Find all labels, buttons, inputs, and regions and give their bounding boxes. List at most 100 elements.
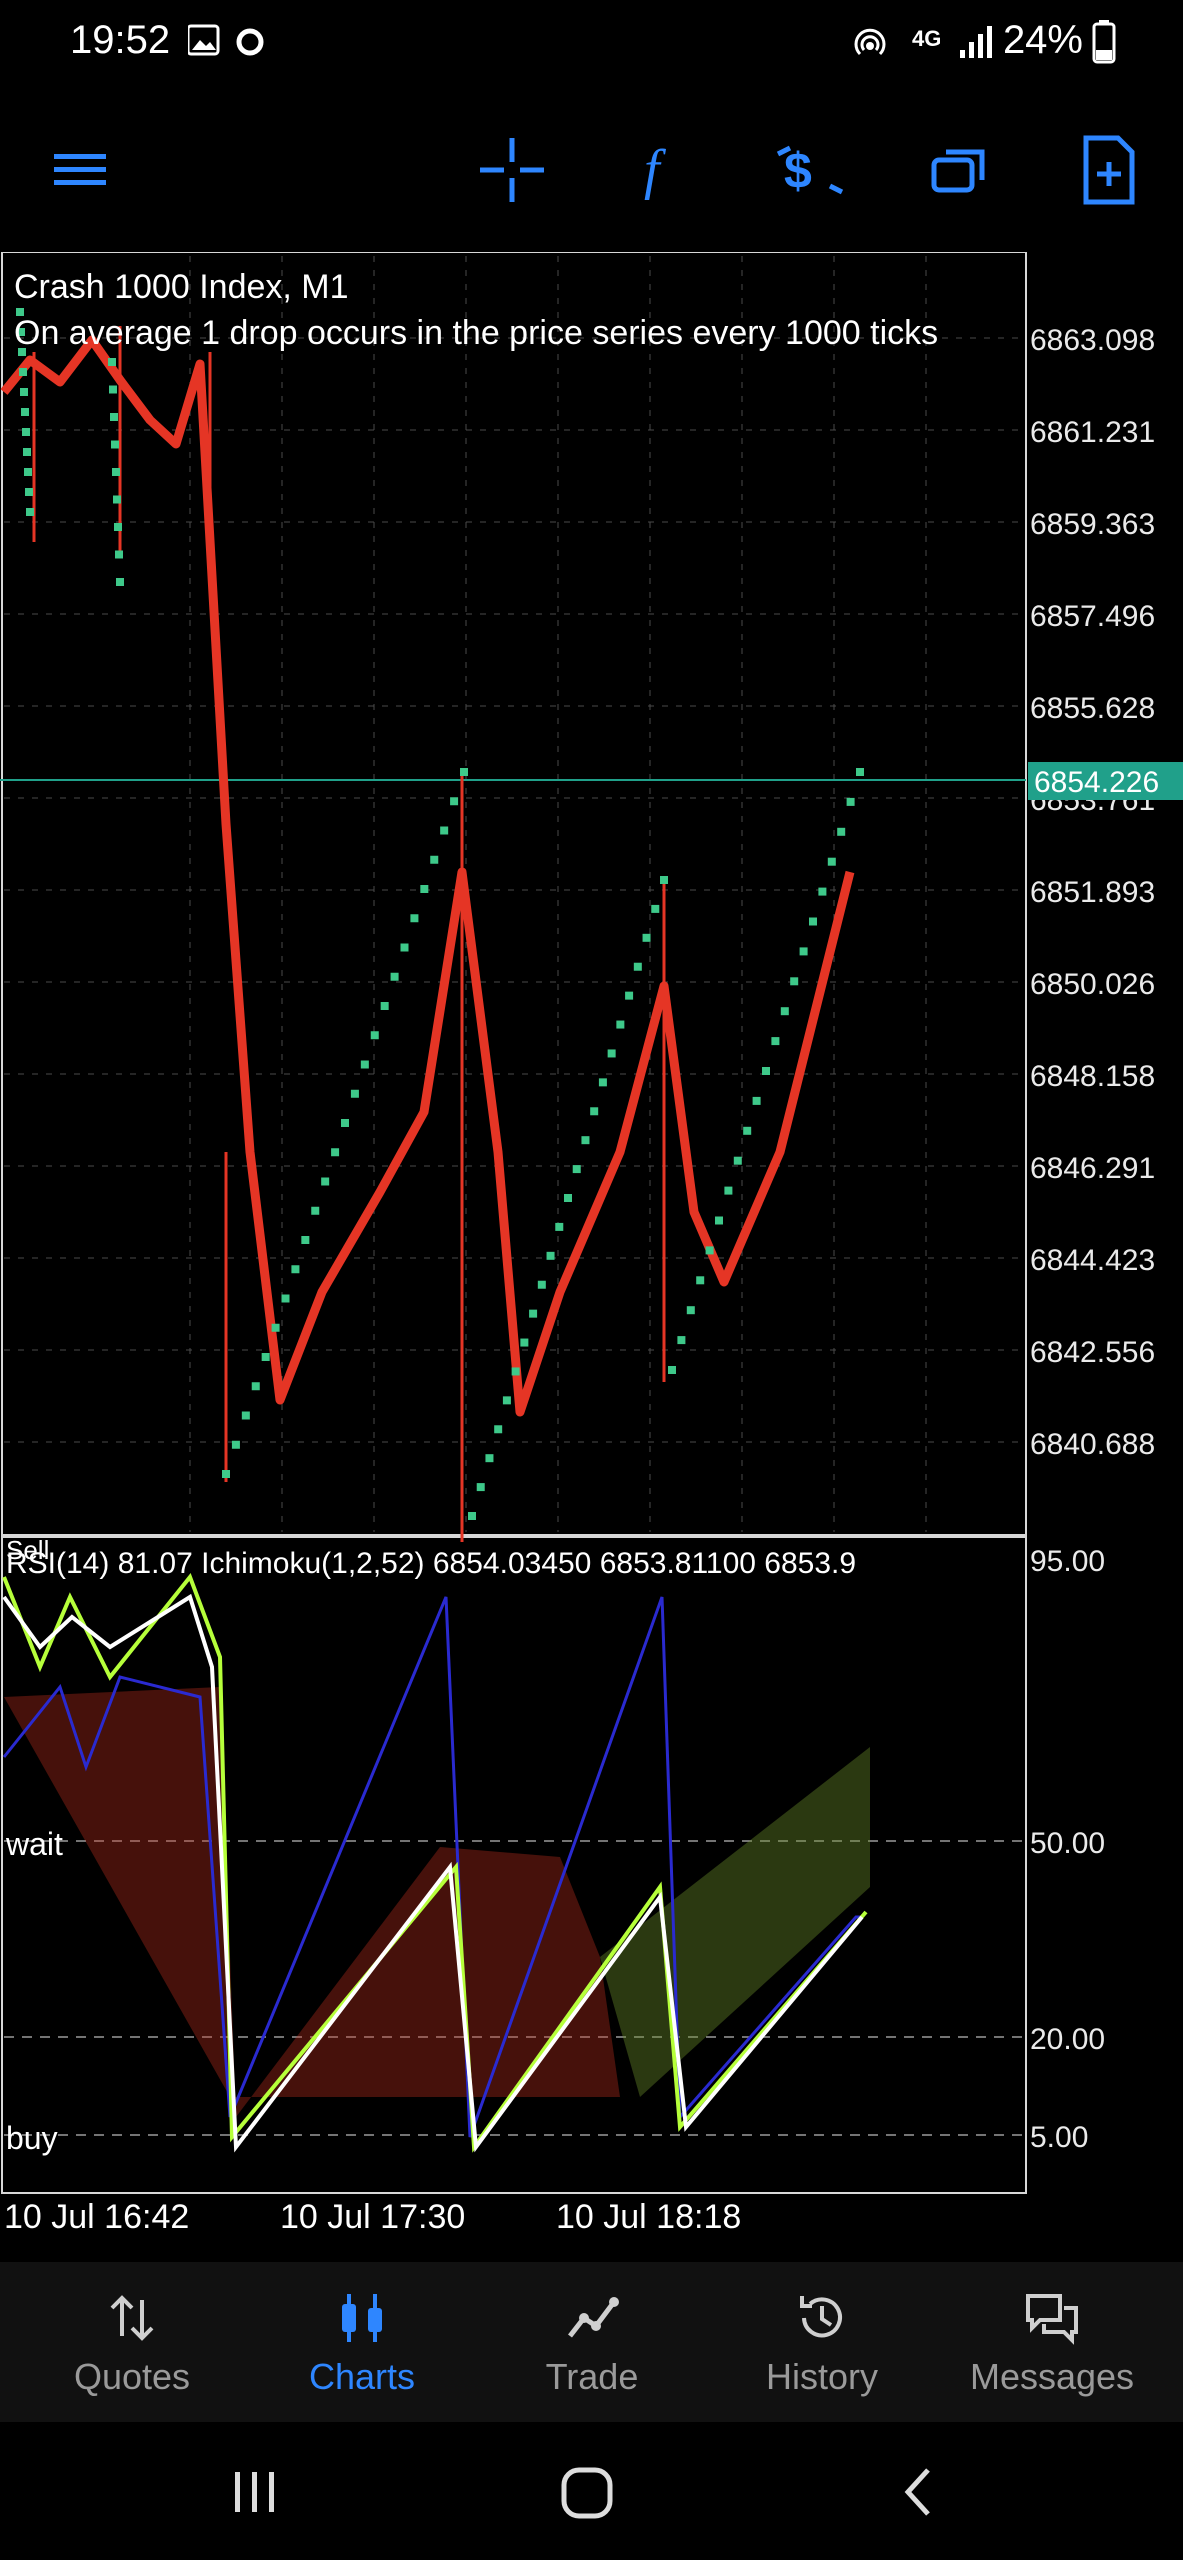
- sar-dot: [743, 1126, 752, 1135]
- sar-dot: [360, 1060, 369, 1069]
- nav-messages[interactable]: Messages: [937, 2262, 1167, 2422]
- sar-dot: [25, 488, 33, 496]
- time-label-2: 10 Jul 17:30: [280, 2198, 466, 2236]
- chart-title: Crash 1000 Index, M1: [14, 268, 349, 306]
- status-bar: 19:52 4G 24%: [0, 0, 1183, 90]
- sar-dot: [341, 1119, 349, 1127]
- sar-dot: [555, 1222, 564, 1231]
- sar-dot: [110, 413, 118, 421]
- nav-charts-label: Charts: [308, 2356, 416, 2397]
- sar-dot: [837, 827, 846, 836]
- sar-dot: [696, 1276, 705, 1285]
- sar-dot: [686, 1306, 695, 1315]
- sar-dot: [24, 468, 32, 476]
- nav-charts[interactable]: Charts: [247, 2262, 477, 2422]
- sar-dot: [633, 962, 642, 971]
- sar-dot: [231, 1440, 240, 1449]
- network-type: 4G: [912, 26, 942, 51]
- chart-description: On average 1 drop occurs in the price se…: [14, 314, 938, 352]
- sar-dot: [598, 1078, 607, 1087]
- price-chart[interactable]: 6863.098 6861.231 6859.363 6857.496 6855.628…: [0, 251, 1183, 2247]
- sar-dot: [511, 1367, 520, 1376]
- sar-dot: [222, 1470, 230, 1478]
- svg-text:f: f: [644, 139, 667, 201]
- sar-dot: [752, 1096, 761, 1105]
- status-time: 19:52: [70, 18, 171, 62]
- price-zigzag-line: [0, 335, 855, 1417]
- sar-dot: [771, 1037, 780, 1046]
- menu-button[interactable]: [30, 120, 130, 220]
- status-notification-icons: [188, 24, 264, 56]
- nav-quotes-label: Quotes: [73, 2356, 191, 2397]
- sar-dot: [733, 1156, 742, 1165]
- recent-apps-icon[interactable]: [225, 2462, 285, 2522]
- sar-dot: [271, 1323, 280, 1332]
- nav-quotes[interactable]: Quotes: [17, 2262, 247, 2422]
- sar-dot: [520, 1338, 529, 1347]
- nav-history-label: History: [765, 2356, 878, 2397]
- price-axis-label: 6850.026: [1030, 968, 1155, 1001]
- zone-label-wait: wait: [5, 1826, 63, 1862]
- sar-dot: [241, 1411, 250, 1420]
- crosshair-button[interactable]: [462, 120, 562, 220]
- ichimoku-cloud-red: [4, 1687, 620, 2117]
- menu-icon: [54, 154, 106, 185]
- sar-dot: [607, 1049, 616, 1058]
- sar-dot: [450, 797, 459, 806]
- system-navigation: [0, 2422, 1183, 2560]
- time-label-3: 10 Jul 18:18: [556, 2198, 742, 2236]
- sar-dot: [715, 1216, 723, 1225]
- signal-icon: [960, 26, 992, 58]
- sar-dot: [705, 1246, 714, 1255]
- crosshair-icon: [480, 138, 544, 202]
- trade-icon: $: [776, 143, 844, 199]
- messages-icon: [1026, 2294, 1078, 2345]
- bottom-navigation: Quotes Charts Trade History Messages: [0, 2262, 1183, 2422]
- new-order-button[interactable]: [1058, 120, 1158, 220]
- sar-dot: [301, 1236, 310, 1244]
- nav-messages-label: Messages: [969, 2356, 1135, 2397]
- price-axis-label: 6851.893: [1030, 876, 1155, 909]
- sar-dot: [109, 385, 117, 394]
- sar-dot: [108, 358, 116, 366]
- indicators-icon: f: [644, 139, 667, 201]
- sar-dot: [818, 887, 827, 896]
- sar-dot: [350, 1089, 359, 1098]
- nav-history[interactable]: History: [707, 2262, 937, 2422]
- sar-dot: [291, 1265, 300, 1274]
- trade-button[interactable]: $: [760, 120, 860, 220]
- sar-dot: [23, 448, 31, 456]
- nav-trade[interactable]: Trade: [477, 2262, 707, 2422]
- sar-dot: [485, 1454, 494, 1463]
- sar-dot: [311, 1206, 320, 1215]
- sar-dot: [642, 933, 651, 942]
- back-icon[interactable]: [890, 2462, 950, 2522]
- sar-dot: [321, 1177, 330, 1186]
- history-icon: [800, 2296, 842, 2338]
- sar-dot: [590, 1107, 599, 1116]
- chart-canvas[interactable]: 6863.098 6861.231 6859.363 6857.496 6855.628…: [0, 251, 1183, 2247]
- sar-dot: [420, 885, 429, 893]
- zone-label-buy: buy: [6, 2120, 58, 2156]
- home-icon[interactable]: [556, 2462, 620, 2526]
- sar-dot: [668, 1366, 676, 1374]
- indicator-legend: RSI(14) 81.07 Ichimoku(1,2,52) 6854.0345…: [6, 1547, 856, 1580]
- price-axis-label: 6863.098: [1030, 324, 1155, 357]
- trade-chart-icon: [568, 2297, 619, 2338]
- sar-dot: [799, 947, 808, 956]
- sar-dot: [780, 1007, 789, 1016]
- sar-dot: [113, 495, 121, 504]
- sar-dot: [827, 857, 836, 866]
- indicators-button[interactable]: f: [608, 120, 708, 220]
- indicator-level-label: 5.00: [1030, 2121, 1088, 2154]
- sar-dot: [762, 1067, 770, 1075]
- sar-dot: [390, 972, 399, 981]
- new-order-icon: [1083, 135, 1135, 205]
- windows-button[interactable]: [908, 120, 1008, 220]
- sar-dot: [20, 388, 28, 396]
- sar-dot: [370, 1031, 379, 1040]
- sar-dot: [261, 1353, 270, 1361]
- sar-dot: [846, 797, 855, 806]
- sar-dot: [856, 768, 864, 776]
- sar-dot: [281, 1294, 290, 1303]
